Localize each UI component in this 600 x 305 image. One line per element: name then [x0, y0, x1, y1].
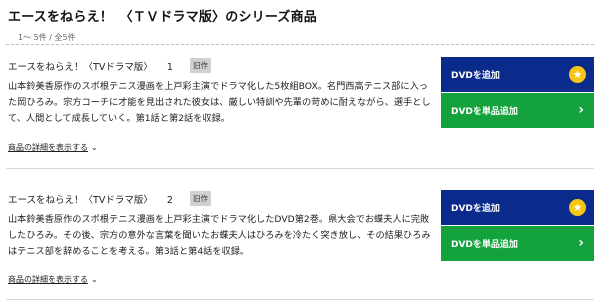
product-volume-number: 1 — [166, 62, 173, 73]
add-single-dvd-button[interactable]: DVDを単品追加 › — [441, 226, 594, 261]
chevron-right-icon: › — [578, 102, 584, 118]
page-title: エースをねらえ！ 〈ＴＶドラマ版〉のシリーズ商品 — [8, 10, 318, 25]
chevron-down-icon: ⌄ — [91, 143, 98, 152]
product-title[interactable]: エースをねらえ！〈TVドラマ版〉 2 — [8, 192, 173, 206]
product-volume-number: 2 — [166, 195, 173, 206]
star-icon: ★ — [569, 199, 586, 216]
status-badge: 旧作 — [190, 58, 211, 73]
product-title[interactable]: エースをねらえ！〈TVドラマ版〉 1 — [8, 59, 173, 73]
show-details-label[interactable]: 商品の詳細を表示する — [8, 143, 88, 152]
show-details-link[interactable]: 商品の詳細を表示する ⌄ — [8, 142, 98, 153]
add-dvd-button[interactable]: DVDを追加 ★ — [441, 57, 594, 92]
status-badge: 旧作 — [190, 191, 211, 206]
chevron-down-icon: ⌄ — [91, 275, 98, 284]
product-description: 山本鈴美香原作のスポ根テニス漫画を上戸彩主演でドラマ化したDVD第2巻。県大会で… — [8, 214, 431, 257]
star-icon: ★ — [569, 66, 586, 83]
add-single-dvd-button[interactable]: DVDを単品追加 › — [441, 93, 594, 128]
add-dvd-label: DVDを追加 — [451, 71, 500, 81]
product-description: 山本鈴美香原作のスポ根テニス漫画を上戸彩主演でドラマ化した5枚組BOX。名門西高… — [8, 81, 431, 124]
header-divider — [6, 44, 594, 45]
add-single-dvd-label: DVDを単品追加 — [451, 240, 518, 250]
show-details-link[interactable]: 商品の詳細を表示する ⌄ — [8, 274, 98, 285]
add-dvd-label: DVDを追加 — [451, 204, 500, 214]
product-title-text[interactable]: エースをねらえ！〈TVドラマ版〉 — [8, 62, 153, 73]
add-single-dvd-label: DVDを単品追加 — [451, 107, 518, 117]
chevron-right-icon: › — [578, 235, 584, 251]
product-title-text[interactable]: エースをねらえ！〈TVドラマ版〉 — [8, 195, 153, 206]
item-divider — [6, 168, 594, 169]
show-details-label[interactable]: 商品の詳細を表示する — [8, 275, 88, 284]
result-count: 1～ 5件 / 全5件 — [18, 33, 76, 42]
item-divider — [6, 299, 594, 300]
add-dvd-button[interactable]: DVDを追加 ★ — [441, 190, 594, 225]
